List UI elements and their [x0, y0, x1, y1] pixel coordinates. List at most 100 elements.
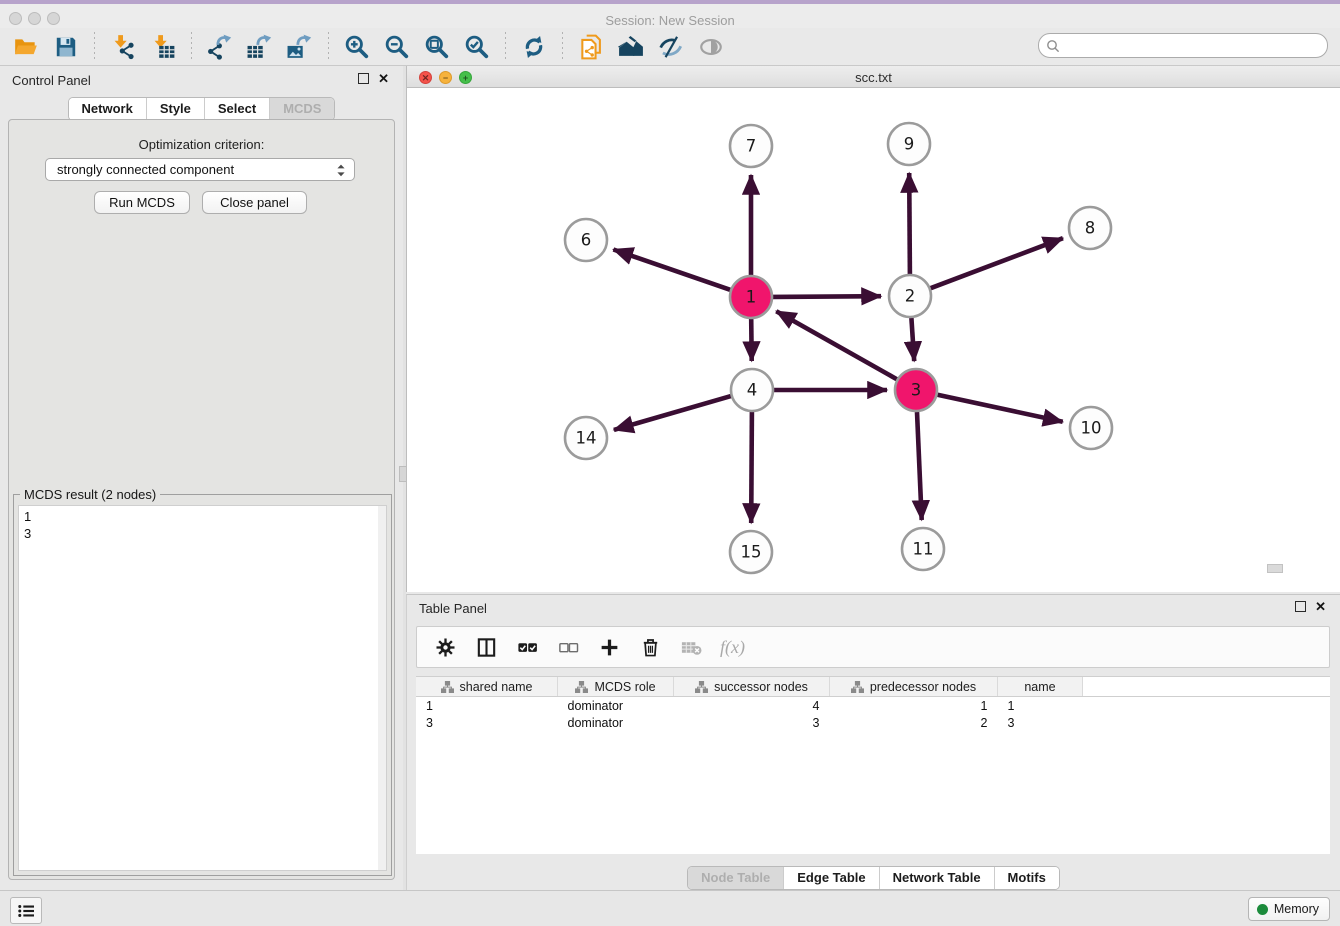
close-table-panel-icon[interactable]: ✕ [1315, 602, 1326, 611]
edge-1-2[interactable] [773, 296, 881, 297]
hide-panel-button[interactable] [651, 30, 691, 64]
run-mcds-button[interactable]: Run MCDS [94, 191, 190, 214]
tab-node-table[interactable]: Node Table [688, 867, 783, 889]
cell-predecessor-nodes[interactable]: 2 [830, 714, 998, 731]
refresh-layout-icon [521, 34, 547, 60]
edge-2-3[interactable] [911, 318, 914, 361]
table-row[interactable]: 3dominator323 [416, 714, 1330, 731]
graph-node-4[interactable]: 4 [731, 369, 773, 411]
zoom-selected-button[interactable] [457, 30, 497, 64]
graph-node-15[interactable]: 15 [730, 531, 772, 573]
criterion-select[interactable]: strongly connected component [45, 158, 355, 181]
function-builder-button: f(x) [714, 630, 751, 664]
select-all-button[interactable] [509, 630, 546, 664]
result-scrollbar[interactable] [378, 506, 386, 870]
cell-MCDS-role[interactable]: dominator [558, 714, 674, 731]
deselect-all-button[interactable] [550, 630, 587, 664]
tab-edge-table[interactable]: Edge Table [783, 867, 878, 889]
column-header-MCDS-role[interactable]: MCDS role [558, 677, 674, 697]
edge-2-9[interactable] [909, 173, 910, 274]
edge-3-1[interactable] [776, 311, 897, 379]
cell-shared-name[interactable]: 3 [416, 714, 558, 731]
edge-4-15[interactable] [751, 412, 752, 523]
home-button[interactable] [611, 30, 651, 64]
close-panel-icon[interactable]: ✕ [378, 74, 389, 83]
split-columns-button[interactable] [468, 630, 505, 664]
cell-successor-nodes[interactable]: 4 [674, 697, 830, 715]
memory-button[interactable]: Memory [1248, 897, 1330, 921]
graph-node-9[interactable]: 9 [888, 123, 930, 165]
zoom-in-button[interactable] [337, 30, 377, 64]
toolbar-separator [94, 32, 95, 62]
app-titlebar[interactable]: Session: New Session [0, 4, 1340, 28]
node-label: 14 [576, 429, 597, 448]
cell-filler [1083, 714, 1331, 731]
gear-button[interactable] [427, 630, 464, 664]
export-image-button[interactable] [280, 30, 320, 64]
cell-shared-name[interactable]: 1 [416, 697, 558, 715]
graph-node-11[interactable]: 11 [902, 528, 944, 570]
graph-node-2[interactable]: 2 [889, 275, 931, 317]
column-header-name[interactable]: name [998, 677, 1083, 697]
graph-node-8[interactable]: 8 [1069, 207, 1111, 249]
task-history-button[interactable] [10, 897, 42, 924]
eye-button[interactable] [691, 30, 731, 64]
import-table-button[interactable] [143, 30, 183, 64]
tab-select[interactable]: Select [204, 98, 269, 120]
cell-name[interactable]: 1 [998, 697, 1083, 715]
delete-column-button[interactable] [632, 630, 669, 664]
cell-name[interactable]: 3 [998, 714, 1083, 731]
export-network-button[interactable] [200, 30, 240, 64]
add-column-button[interactable] [591, 630, 628, 664]
mcds-result-text[interactable]: 1 3 [18, 505, 387, 871]
refresh-layout-button[interactable] [514, 30, 554, 64]
zoom-fit-icon [424, 34, 450, 60]
column-header-successor-nodes[interactable]: successor nodes [674, 677, 830, 697]
network-canvas[interactable]: 7 9 6 8 1 2 4 3 14 10 15 11 [407, 88, 1340, 592]
edge-3-11[interactable] [917, 412, 922, 520]
float-panel-icon[interactable] [358, 73, 369, 84]
edge-4-14[interactable] [614, 396, 731, 430]
mcds-tab-pane: Optimization criterion: strongly connect… [8, 119, 395, 880]
search-input[interactable] [1060, 37, 1327, 55]
open-folder-icon [13, 34, 39, 60]
zoom-fit-button[interactable] [417, 30, 457, 64]
float-table-panel-icon[interactable] [1295, 601, 1306, 612]
horizontal-splitter-handle[interactable] [1267, 564, 1283, 573]
network-window-titlebar[interactable]: ✕ − + scc.txt [407, 66, 1340, 88]
graph-node-10[interactable]: 10 [1070, 407, 1112, 449]
save-session-button[interactable] [46, 30, 86, 64]
close-panel-button[interactable]: Close panel [202, 191, 307, 214]
cell-predecessor-nodes[interactable]: 1 [830, 697, 998, 715]
tab-network[interactable]: Network [69, 98, 146, 120]
column-header-shared-name[interactable]: shared name [416, 677, 558, 697]
graph-node-3[interactable]: 3 [895, 369, 937, 411]
graph-node-1[interactable]: 1 [730, 276, 772, 318]
cell-successor-nodes[interactable]: 3 [674, 714, 830, 731]
graph-node-6[interactable]: 6 [565, 219, 607, 261]
edge-3-10[interactable] [938, 395, 1063, 422]
edge-1-6[interactable] [613, 250, 730, 290]
table-row[interactable]: 1dominator411 [416, 697, 1330, 715]
zoom-out-button[interactable] [377, 30, 417, 64]
node-label: 11 [913, 540, 934, 559]
tab-network-table[interactable]: Network Table [879, 867, 994, 889]
copy-network-button[interactable] [571, 30, 611, 64]
open-folder-button[interactable] [6, 30, 46, 64]
network-title: scc.txt [407, 70, 1340, 85]
export-image-icon [287, 34, 313, 60]
cell-MCDS-role[interactable]: dominator [558, 697, 674, 715]
table-panel: Table Panel ✕ f(x) shared nameMCDS roles… [406, 594, 1340, 890]
tab-mcds[interactable]: MCDS [269, 98, 334, 120]
tab-motifs[interactable]: Motifs [994, 867, 1059, 889]
search-box[interactable] [1038, 33, 1328, 58]
edge-1-4[interactable] [751, 319, 752, 361]
column-header-predecessor-nodes[interactable]: predecessor nodes [830, 677, 998, 697]
edge-2-8[interactable] [931, 238, 1063, 288]
tab-style[interactable]: Style [146, 98, 204, 120]
graph-node-14[interactable]: 14 [565, 417, 607, 459]
graph-node-7[interactable]: 7 [730, 125, 772, 167]
import-network-button[interactable] [103, 30, 143, 64]
function-builder-icon: f(x) [720, 637, 745, 658]
export-table-button[interactable] [240, 30, 280, 64]
